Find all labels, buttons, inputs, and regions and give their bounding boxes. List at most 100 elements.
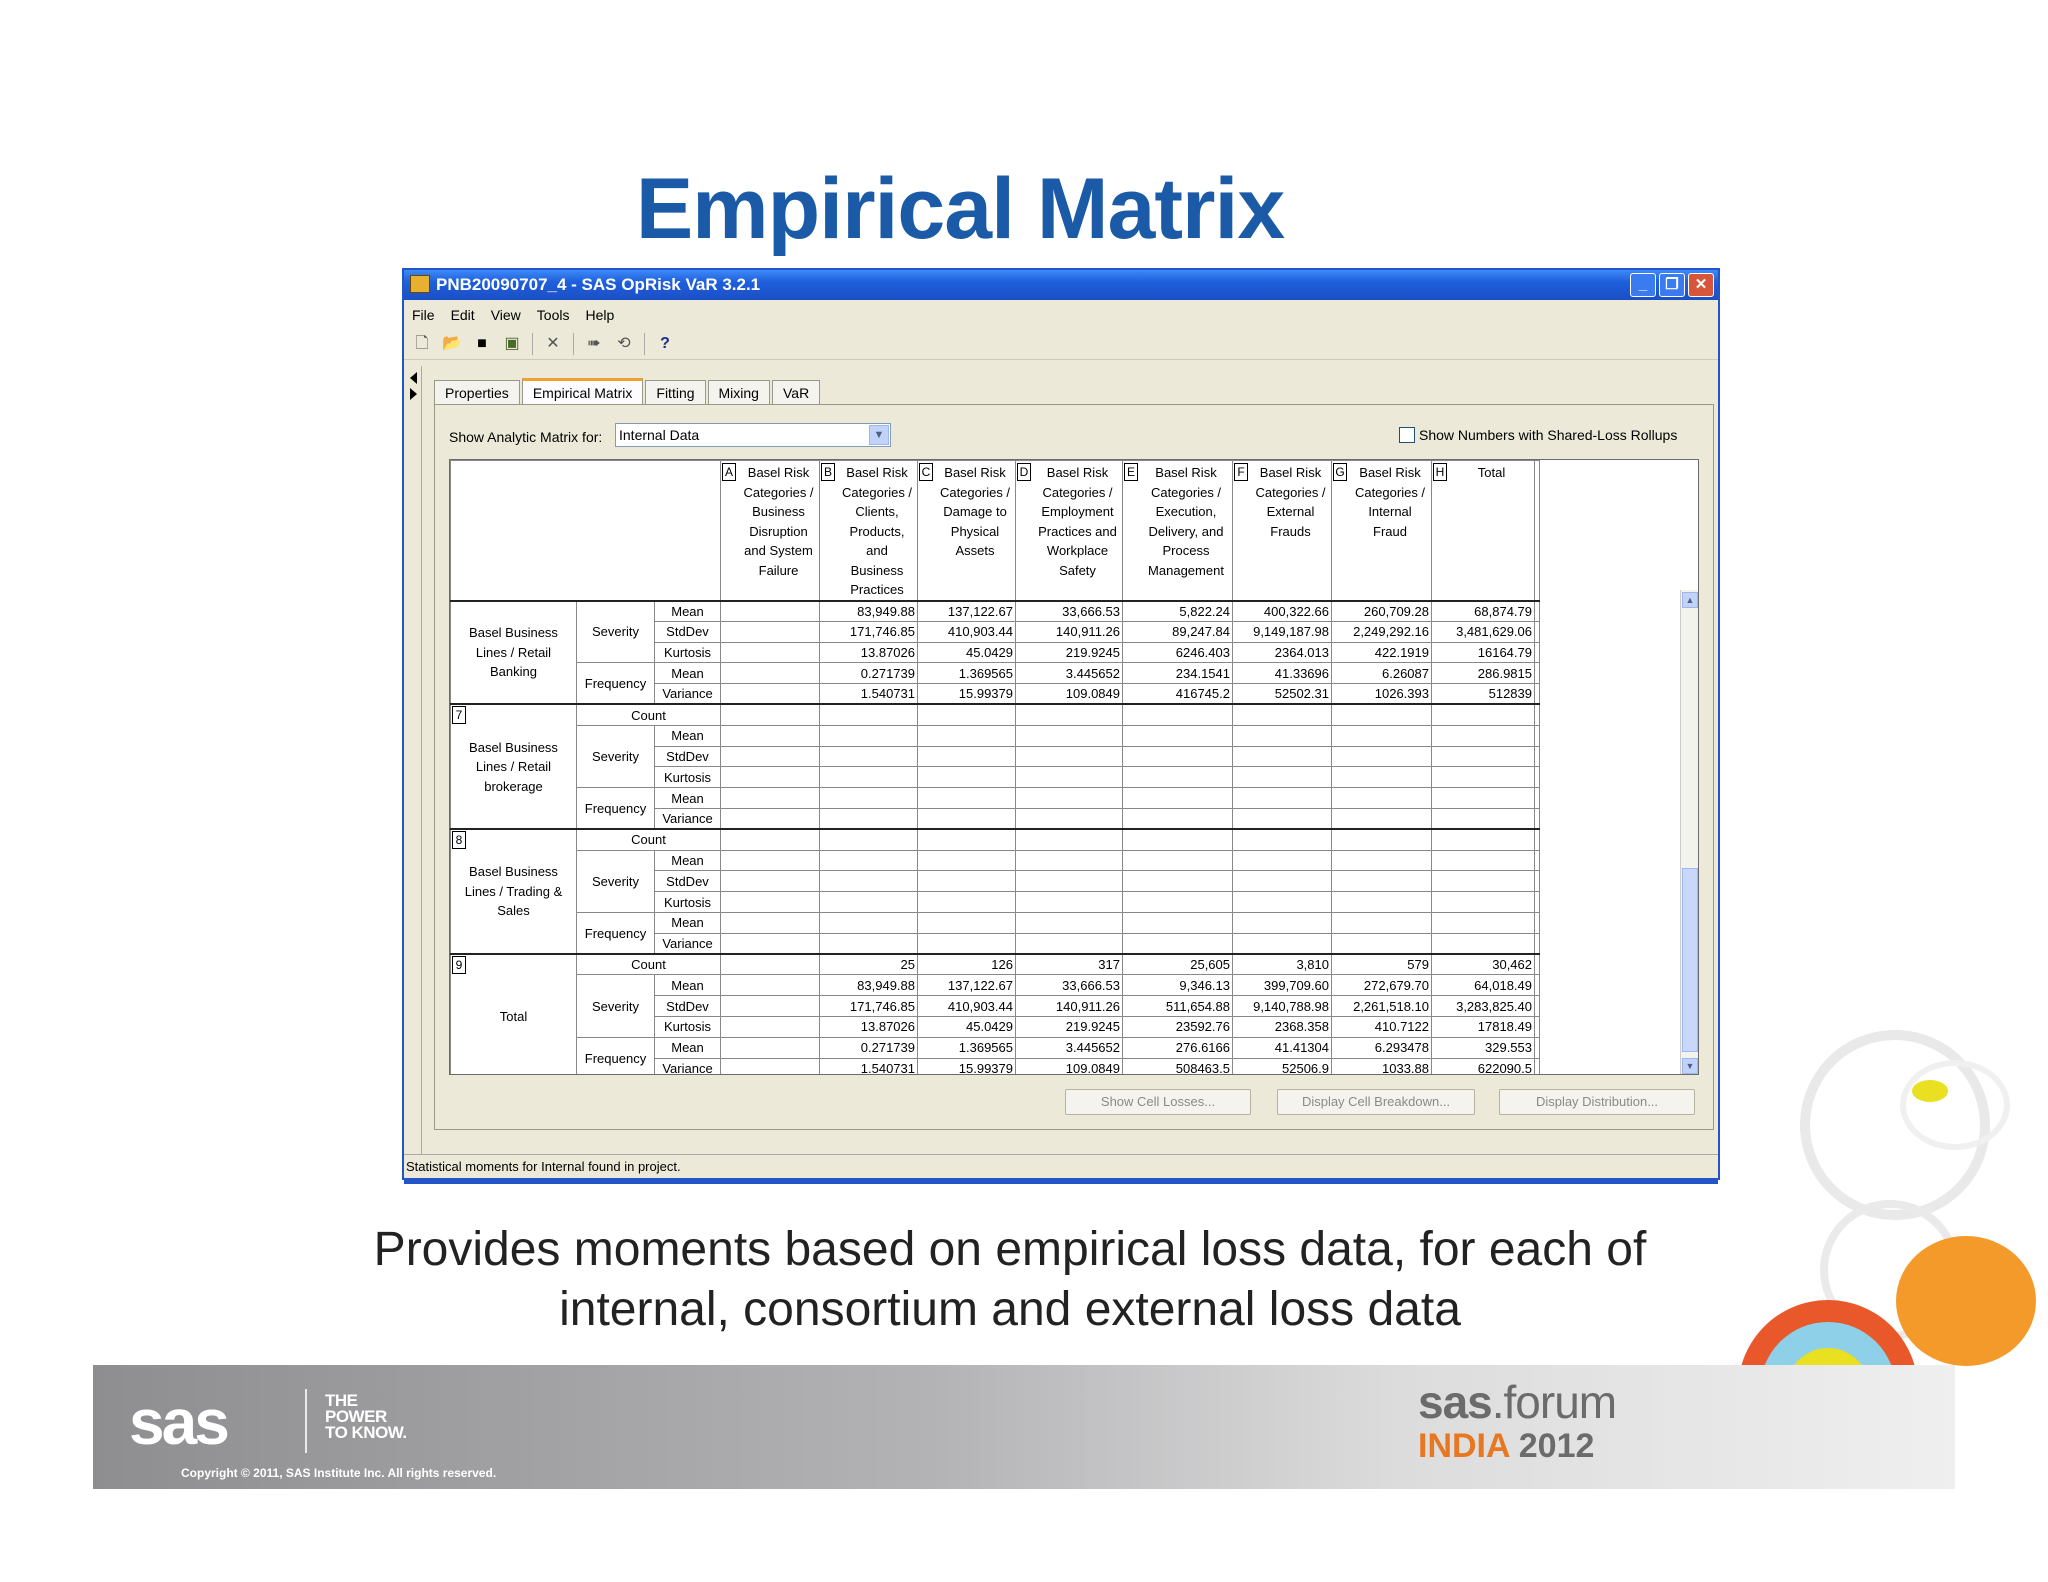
matrix-cell[interactable] [1122,703,1233,726]
matrix-cell[interactable]: 109.0849 [1015,683,1123,705]
matrix-cell[interactable]: 6.26087 [1331,662,1432,685]
matrix-cell[interactable]: 0.271739 [819,1036,918,1059]
matrix-cell[interactable]: 140,911.26 [1015,995,1123,1017]
matrix-cell[interactable] [917,724,1016,747]
matrix-cell[interactable] [819,828,918,851]
matrix-cell[interactable] [819,766,918,789]
matrix-cell[interactable] [819,849,918,872]
matrix-cell[interactable] [1431,766,1535,789]
vertical-scrollbar[interactable]: ▲ ▼ [1680,590,1698,1074]
matrix-cell[interactable] [1232,724,1332,747]
column-header[interactable]: D Basel Risk Categories / Employment Prac… [1015,460,1123,601]
matrix-cell[interactable] [819,745,918,768]
matrix-cell[interactable]: 2,249,292.16 [1331,620,1432,643]
save-icon[interactable]: ■ [472,334,492,354]
matrix-cell[interactable]: 329.553 [1431,1036,1535,1059]
matrix-cell[interactable] [1331,911,1432,934]
matrix-cell[interactable]: 126 [917,953,1016,976]
matrix-cell[interactable] [720,911,820,934]
matrix-cell[interactable]: 52502.31 [1232,683,1332,705]
matrix-cell[interactable]: 410.7122 [1331,1015,1432,1038]
matrix-cell[interactable]: 1033.88 [1331,1057,1432,1074]
matrix-cell[interactable] [1431,828,1535,851]
matrix-cell[interactable]: 83,949.88 [819,599,918,622]
menu-edit[interactable]: Edit [451,302,475,328]
matrix-cell[interactable] [1331,787,1432,809]
matrix-cell[interactable]: 260,709.28 [1331,599,1432,622]
matrix-cell[interactable] [720,953,820,976]
matrix-cell[interactable] [819,787,918,809]
matrix-cell[interactable]: 2368.358 [1232,1015,1332,1038]
matrix-cell[interactable] [1331,745,1432,768]
tab-var[interactable]: VaR [771,380,821,404]
matrix-cell[interactable]: 52506.9 [1232,1057,1332,1074]
matrix-cell[interactable]: 23592.76 [1122,1015,1233,1038]
show-cell-losses-button[interactable]: Show Cell Losses... [1065,1089,1251,1115]
matrix-cell[interactable] [819,724,918,747]
matrix-cell[interactable] [720,1036,820,1059]
matrix-cell[interactable]: 6246.403 [1122,641,1233,664]
matrix-cell[interactable] [1122,891,1233,913]
matrix-cell[interactable] [1431,807,1535,830]
matrix-cell[interactable] [1431,911,1535,934]
matrix-cell[interactable] [1431,703,1535,726]
matrix-cell[interactable]: 64,018.49 [1431,974,1535,997]
matrix-cell[interactable] [1232,828,1332,851]
data-source-select[interactable]: Internal Data ▼ [615,423,891,447]
matrix-cell[interactable] [720,745,820,768]
matrix-cell[interactable]: 416745.2 [1122,683,1233,705]
matrix-cell[interactable]: 45.0429 [917,641,1016,664]
matrix-cell[interactable]: 579 [1331,953,1432,976]
matrix-cell[interactable] [917,828,1016,851]
matrix-cell[interactable]: 137,122.67 [917,974,1016,997]
matrix-cell[interactable]: 25 [819,953,918,976]
matrix-cell[interactable] [720,787,820,809]
matrix-cell[interactable]: 83,949.88 [819,974,918,997]
matrix-cell[interactable] [1331,870,1432,893]
matrix-cell[interactable]: 2,261,518.10 [1331,995,1432,1017]
matrix-cell[interactable] [917,703,1016,726]
column-header[interactable]: G Basel Risk Categories / Internal Fraud [1331,460,1432,601]
matrix-cell[interactable]: 13.87026 [819,1015,918,1038]
matrix-cell[interactable]: 15.99379 [917,683,1016,705]
matrix-cell[interactable] [1122,828,1233,851]
matrix-cell[interactable] [1431,787,1535,809]
column-header[interactable]: E Basel Risk Categories / Execution, Deli… [1122,460,1233,601]
matrix-cell[interactable] [819,911,918,934]
matrix-cell[interactable] [1015,870,1123,893]
matrix-cell[interactable] [1015,703,1123,726]
display-cell-breakdown-button[interactable]: Display Cell Breakdown... [1277,1089,1475,1115]
matrix-cell[interactable]: 3.445652 [1015,1036,1123,1059]
matrix-cell[interactable] [819,703,918,726]
scroll-down-icon[interactable]: ▼ [1682,1058,1698,1074]
matrix-cell[interactable]: 17818.49 [1431,1015,1535,1038]
matrix-cell[interactable] [819,807,918,830]
help-icon[interactable]: ? [655,334,675,354]
tab-properties[interactable]: Properties [434,380,520,404]
tab-fitting[interactable]: Fitting [645,380,706,404]
new-file-icon[interactable]: 🗋 [412,334,432,354]
matrix-cell[interactable] [1122,724,1233,747]
matrix-cell[interactable]: 16164.79 [1431,641,1535,664]
matrix-cell[interactable] [1232,849,1332,872]
matrix-cell[interactable]: 9,140,788.98 [1232,995,1332,1017]
matrix-cell[interactable] [720,620,820,643]
matrix-cell[interactable]: 508463.5 [1122,1057,1233,1074]
matrix-cell[interactable] [917,911,1016,934]
matrix-cell[interactable]: 272,679.70 [1331,974,1432,997]
matrix-cell[interactable]: 3,283,825.40 [1431,995,1535,1017]
matrix-cell[interactable] [1122,787,1233,809]
matrix-cell[interactable] [720,724,820,747]
matrix-cell[interactable] [1331,932,1432,955]
matrix-cell[interactable]: 399,709.60 [1232,974,1332,997]
matrix-cell[interactable] [720,703,820,726]
matrix-cell[interactable] [1015,745,1123,768]
matrix-cell[interactable] [1122,807,1233,830]
matrix-cell[interactable] [1331,828,1432,851]
matrix-cell[interactable]: 1.369565 [917,662,1016,685]
refresh-icon[interactable]: ⟲ [614,334,634,354]
matrix-cell[interactable] [720,870,820,893]
matrix-cell[interactable]: 317 [1015,953,1123,976]
matrix-cell[interactable]: 219.9245 [1015,1015,1123,1038]
restore-button[interactable]: ❐ [1659,273,1685,297]
